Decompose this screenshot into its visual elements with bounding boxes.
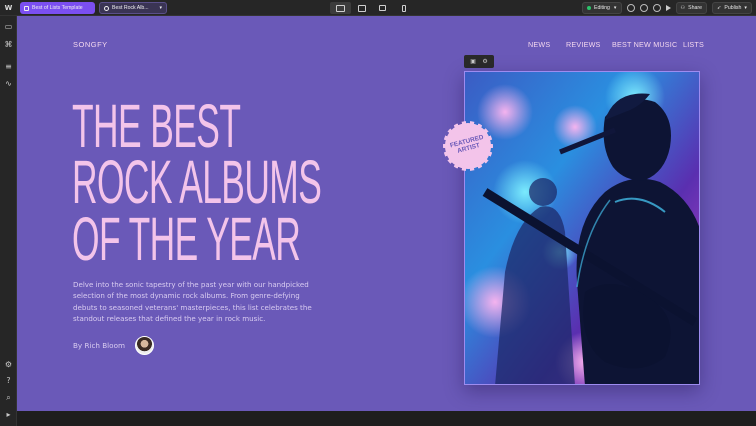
page-selector-label: Best of Lists Template: [32, 5, 83, 11]
check-icon[interactable]: [626, 4, 635, 12]
design-canvas[interactable]: SONGFY NEWS REVIEWS BEST NEW MUSIC LISTS…: [17, 16, 756, 411]
help-icon[interactable]: ?: [4, 376, 13, 385]
comment-icon[interactable]: [639, 4, 648, 12]
nav-link-reviews[interactable]: REVIEWS: [566, 40, 601, 49]
preview-play-icon[interactable]: [665, 5, 671, 11]
cms-item-label: Best Rock Alb...: [112, 5, 149, 11]
chevron-down-icon: ▾: [613, 5, 617, 11]
editing-label: Editing: [594, 5, 610, 11]
person-icon: ⚇: [680, 5, 686, 11]
mobile-breakpoint-button[interactable]: [393, 2, 414, 14]
designer-topbar: W Best of Lists Template Best Rock Alb..…: [0, 0, 756, 16]
concert-photo-illustration: [465, 72, 699, 384]
author-avatar: [135, 336, 154, 355]
nav-link-best-new-music[interactable]: BEST NEW MUSIC: [612, 40, 677, 49]
author-byline: By Rich Bloom: [73, 341, 125, 350]
publish-label: Publish: [724, 5, 742, 11]
left-toolbar: ▭ ⌘ ≡ ∿ ⚙ ? ⌕ ▸: [0, 16, 17, 426]
publish-button[interactable]: ➶ Publish ▾: [712, 2, 752, 14]
cms-icon: [104, 5, 109, 11]
breakpoint-switcher: [330, 2, 414, 14]
chevron-down-icon: ▾: [744, 5, 747, 11]
hero-title-line-2: ROCK ALBUMS: [72, 148, 322, 216]
hero-description: Delve into the sonic tapestry of the pas…: [73, 280, 312, 323]
chevron-down-icon: ▾: [159, 5, 162, 11]
pages-icon[interactable]: ▭: [4, 22, 13, 31]
nav-link-news[interactable]: NEWS: [528, 40, 550, 49]
desktop-breakpoint-button[interactable]: [330, 2, 351, 14]
image-icon[interactable]: ▣: [470, 58, 476, 65]
canvas-bottom-bar: [17, 411, 756, 426]
navigator-icon[interactable]: ⌘: [4, 40, 13, 49]
editing-mode-button[interactable]: Editing ▾: [582, 2, 622, 14]
featured-artist-photo[interactable]: [464, 71, 700, 385]
page-icon: [24, 5, 29, 11]
interactions-icon[interactable]: ∿: [4, 79, 13, 88]
tablet-breakpoint-button[interactable]: [372, 2, 393, 14]
search-icon[interactable]: ⌕: [4, 393, 13, 402]
mobile-icon: [401, 4, 406, 12]
cms-icon[interactable]: ≡: [4, 62, 13, 71]
laptop-breakpoint-button[interactable]: [351, 2, 372, 14]
webflow-logo-icon[interactable]: W: [0, 0, 17, 16]
topbar-actions: Editing ▾ ⚇ Share ➶ Publish ▾: [582, 2, 752, 14]
image-element-toolbar: ▣ ⚙: [464, 55, 494, 68]
page-selector-chip[interactable]: Best of Lists Template: [20, 2, 95, 14]
video-icon[interactable]: ▸: [4, 410, 13, 419]
nav-link-lists[interactable]: LISTS: [683, 40, 704, 49]
settings-icon[interactable]: ⚙: [4, 360, 13, 369]
hero-title-line-3: OF THE YEAR: [72, 205, 301, 273]
tablet-icon: [379, 5, 386, 11]
pencil-icon: [587, 6, 592, 10]
laptop-icon: [357, 4, 366, 12]
gear-icon[interactable]: ⚙: [482, 58, 487, 65]
user-icon[interactable]: [652, 4, 661, 12]
site-brand[interactable]: SONGFY: [73, 40, 108, 49]
cms-item-chip[interactable]: Best Rock Alb... ▾: [99, 2, 167, 14]
share-button[interactable]: ⚇ Share: [675, 2, 708, 14]
desktop-icon: [336, 4, 345, 12]
share-label: Share: [688, 5, 703, 11]
webflow-designer: W Best of Lists Template Best Rock Alb..…: [0, 0, 756, 426]
rocket-icon: ➶: [717, 5, 722, 11]
